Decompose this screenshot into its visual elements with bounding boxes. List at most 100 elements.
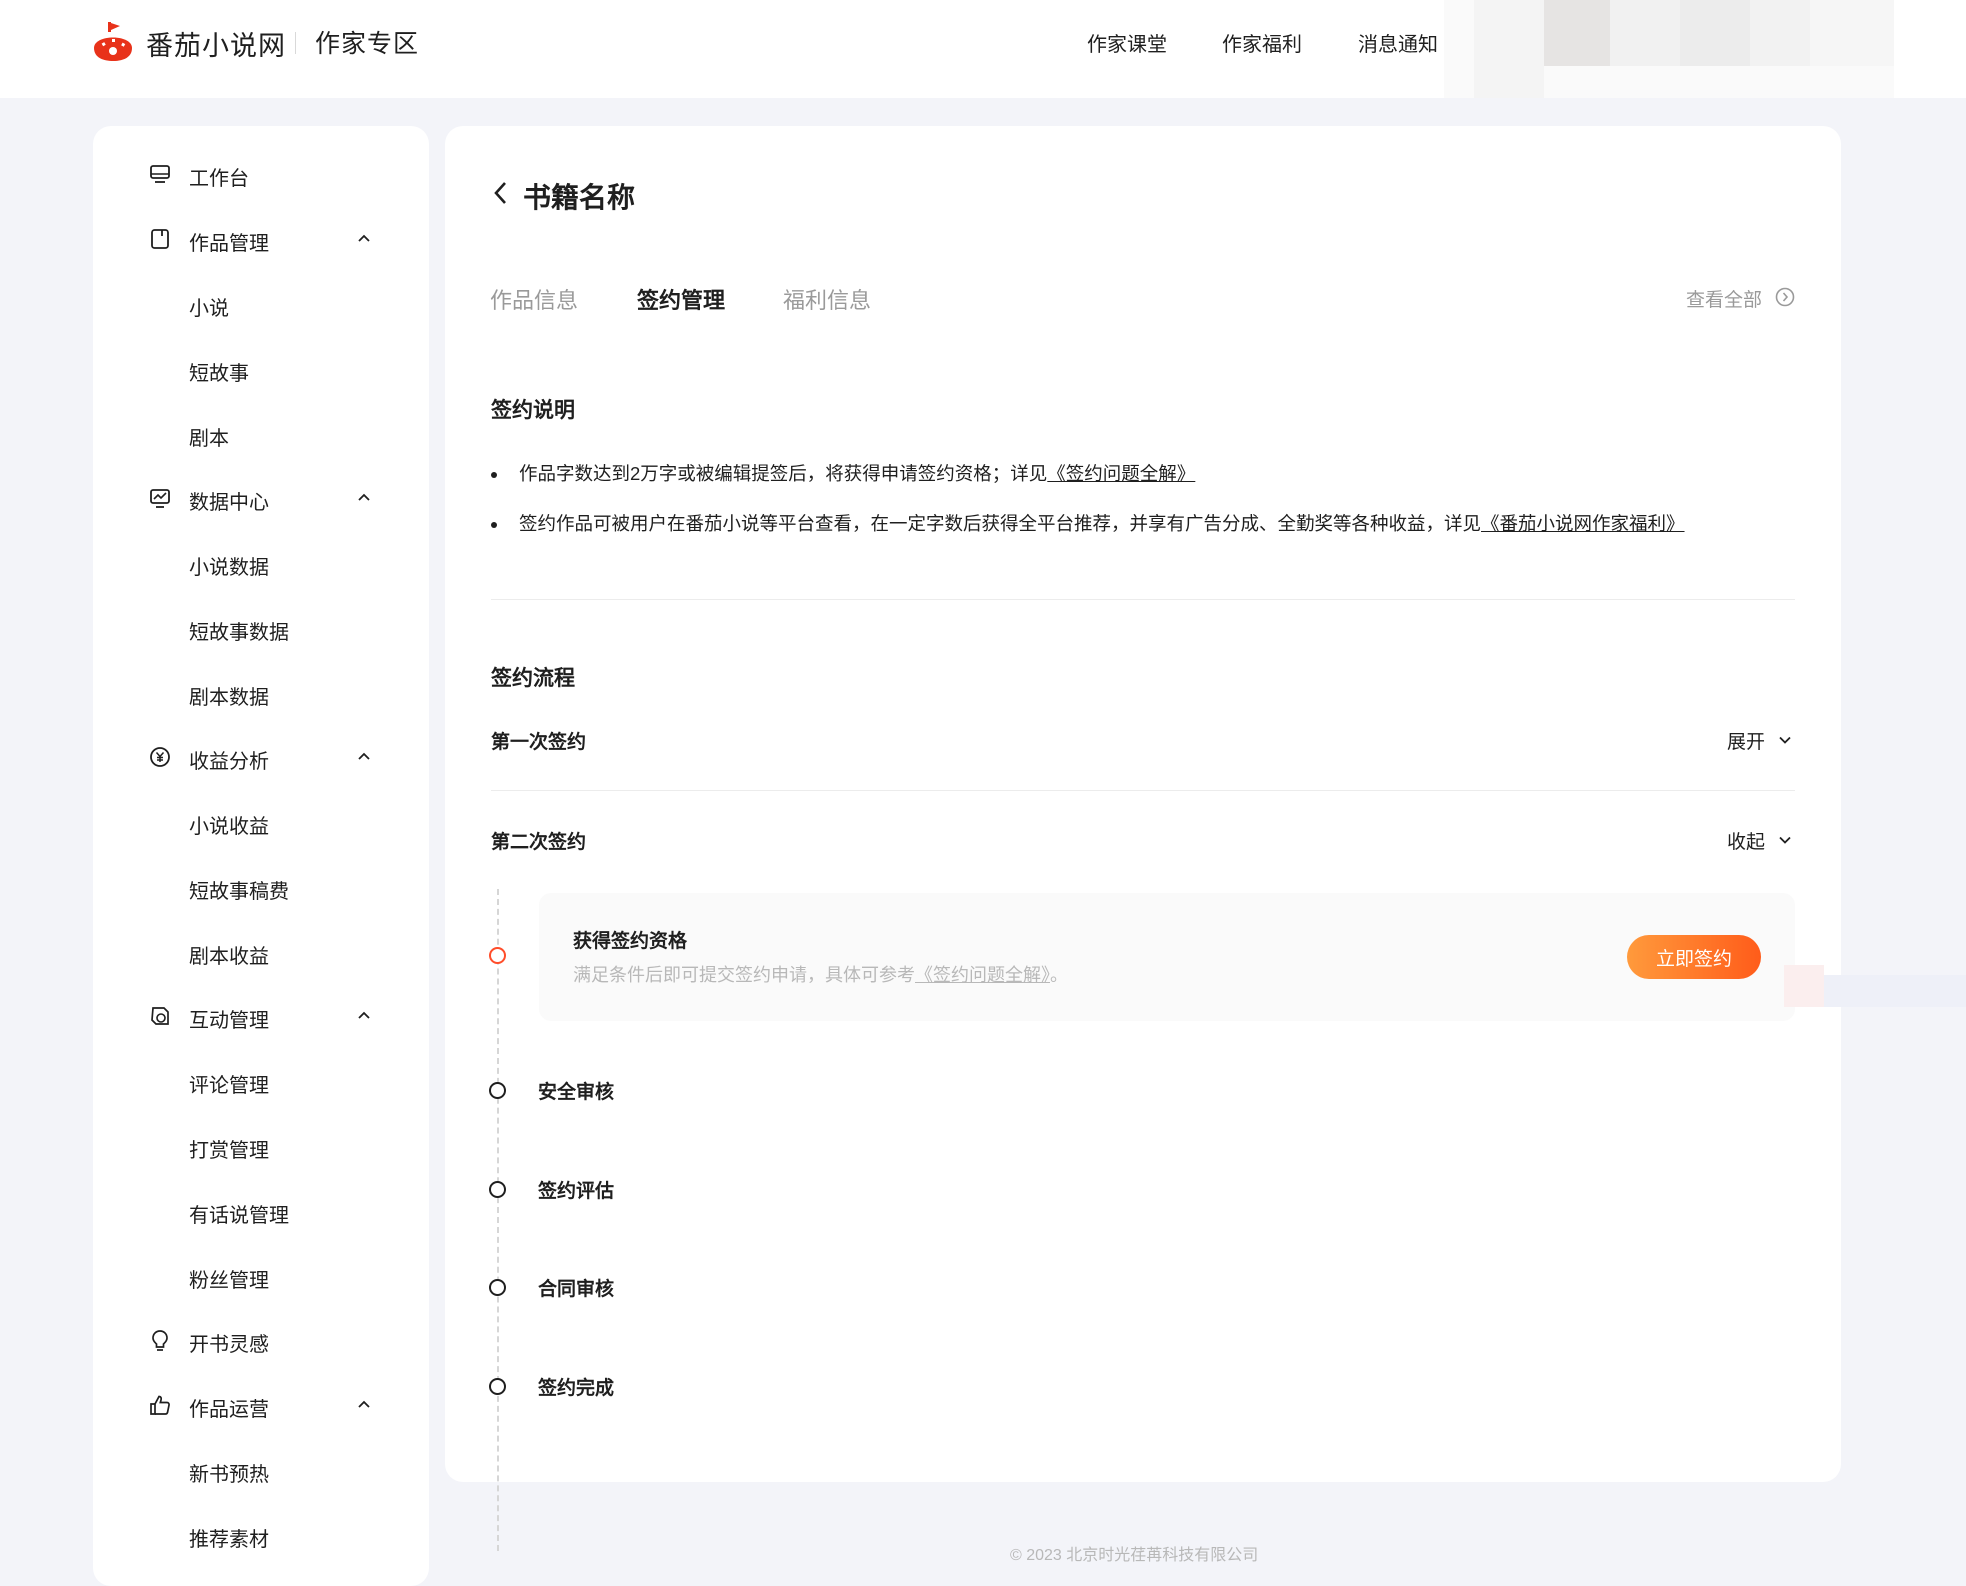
brand-name[interactable]: 番茄小说网 [146, 24, 286, 63]
step-dot [489, 1378, 506, 1395]
view-all-link[interactable]: 查看全部 [1686, 285, 1762, 312]
sidebar-item-new-book-warmup[interactable]: 新书预热 [93, 1450, 429, 1490]
nav-writer-welfare[interactable]: 作家福利 [1222, 28, 1302, 57]
sidebar-item-label: 短故事稿费 [189, 881, 289, 903]
sidebar-item-novel[interactable]: 小说 [93, 284, 429, 324]
sidebar-item-label: 短故事数据 [189, 622, 289, 644]
tab-welfare-info[interactable]: 福利信息 [783, 283, 871, 315]
sidebar-item-label: 推荐素材 [189, 1529, 269, 1551]
sidebar-item-script-data[interactable]: 剧本数据 [93, 673, 429, 713]
nav-writer-class[interactable]: 作家课堂 [1087, 28, 1167, 57]
sign-faq-link[interactable]: 《签约问题全解》 [915, 965, 1050, 985]
sidebar-item-novel-data[interactable]: 小说数据 [93, 543, 429, 583]
first-sign-label: 第一次签约 [491, 732, 587, 753]
step-security-review: 安全审核 [538, 1082, 615, 1103]
redacted-block [1474, 0, 1544, 98]
chevron-left-icon[interactable] [489, 178, 513, 208]
sidebar-item-short-story[interactable]: 短故事 [93, 349, 429, 389]
sidebar-item-interaction[interactable]: 互动管理 [93, 996, 429, 1036]
step-desc-suffix: 。 [1050, 965, 1068, 985]
sidebar-item-label: 评论管理 [189, 1075, 269, 1097]
sidebar-item-label: 小说 [189, 298, 229, 320]
page-title: 书籍名称 [523, 182, 636, 213]
sidebar-item-label: 粉丝管理 [189, 1270, 269, 1292]
sidebar-item-fans[interactable]: 粉丝管理 [93, 1256, 429, 1296]
chevron-up-icon[interactable] [355, 489, 373, 507]
timeline-line [497, 889, 499, 1551]
interaction-icon [151, 1007, 169, 1025]
step-card-title: 获得签约资格 [573, 931, 688, 952]
expand-toggle[interactable]: 展开 [1727, 727, 1765, 754]
redacted-block [1544, 0, 1610, 66]
monitor-icon [150, 165, 170, 183]
second-sign-label: 第二次签约 [491, 832, 587, 853]
writer-welfare-link[interactable]: 《番茄小说网作家福利》 [1481, 513, 1685, 534]
tab-sign-management[interactable]: 签约管理 [637, 283, 725, 315]
sidebar: 工作台 作品管理 小说 短故事 剧本 数据中心 小说数据 短故事数据 剧本数据 [93, 126, 429, 1586]
lightbulb-icon [152, 1330, 168, 1351]
book-icon [151, 229, 169, 249]
chevron-down-icon[interactable] [1777, 832, 1793, 848]
sidebar-item-label: 有话说管理 [189, 1205, 289, 1227]
sidebar-item-label: 作品运营 [189, 1399, 269, 1421]
redacted-block [1824, 975, 1966, 1007]
sidebar-item-label: 小说数据 [189, 557, 269, 579]
sidebar-item-label: 作品管理 [189, 233, 269, 255]
sidebar-item-author-notes[interactable]: 有话说管理 [93, 1191, 429, 1231]
sidebar-item-label: 短故事 [189, 363, 249, 385]
brand-divider [295, 32, 296, 54]
redacted-block [1810, 0, 1894, 66]
sidebar-item-label: 打赏管理 [189, 1140, 269, 1162]
redacted-block [1750, 0, 1810, 66]
chevron-up-icon[interactable] [355, 230, 373, 248]
step-dot-active [489, 947, 506, 964]
sign-faq-link[interactable]: 《签约问题全解》 [1047, 463, 1195, 484]
current-step-card: 获得签约资格 满足条件后即可提交签约申请，具体可参考《签约问题全解》。 立即签约 [539, 893, 1795, 1021]
bullet-dot [491, 472, 497, 478]
step-contract-review: 合同审核 [538, 1279, 615, 1300]
sidebar-item-script-income[interactable]: 剧本收益 [93, 932, 429, 972]
sidebar-item-script[interactable]: 剧本 [93, 414, 429, 454]
tab-work-info[interactable]: 作品信息 [490, 283, 578, 315]
collapse-toggle[interactable]: 收起 [1727, 827, 1765, 854]
redacted-block [1680, 0, 1750, 66]
bullet-dot [491, 522, 497, 528]
step-dot [489, 1279, 506, 1296]
sidebar-item-operations[interactable]: 作品运营 [93, 1385, 429, 1425]
sidebar-item-workbench[interactable]: 工作台 [93, 154, 429, 194]
thumb-up-icon [150, 1395, 170, 1415]
sidebar-item-comments[interactable]: 评论管理 [93, 1061, 429, 1101]
sidebar-item-label: 小说收益 [189, 816, 269, 838]
yuan-icon [150, 747, 170, 767]
sign-now-button[interactable]: 立即签约 [1627, 935, 1761, 979]
sidebar-item-novel-income[interactable]: 小说收益 [93, 802, 429, 842]
bullet-text: 签约作品可被用户在番茄小说等平台查看，在一定字数后获得全平台推荐，并享有广告分成… [519, 513, 1482, 534]
redacted-block [1610, 0, 1680, 66]
tomato-logo-icon[interactable] [92, 22, 134, 62]
sidebar-item-short-story-fee[interactable]: 短故事稿费 [93, 867, 429, 907]
sidebar-item-short-story-data[interactable]: 短故事数据 [93, 608, 429, 648]
sign-intro-bullet-2: 签约作品可被用户在番茄小说等平台查看，在一定字数后获得全平台推荐，并享有广告分成… [519, 510, 1685, 536]
circle-arrow-right-icon[interactable] [1774, 286, 1796, 308]
sidebar-item-label: 剧本收益 [189, 946, 269, 968]
sidebar-item-works[interactable]: 作品管理 [93, 219, 429, 259]
sidebar-item-inspiration[interactable]: 开书灵感 [93, 1320, 429, 1360]
sidebar-item-data-center[interactable]: 数据中心 [93, 478, 429, 518]
sidebar-item-promo-materials[interactable]: 推荐素材 [93, 1515, 429, 1555]
sidebar-item-label: 剧本 [189, 428, 229, 450]
chevron-up-icon[interactable] [355, 748, 373, 766]
main-content-card: 书籍名称 作品信息 签约管理 福利信息 查看全部 签约说明 作品字数达到2万字或… [445, 126, 1841, 1551]
sidebar-item-label: 剧本数据 [189, 687, 269, 709]
redacted-block [1784, 965, 1824, 1007]
chevron-up-icon[interactable] [355, 1396, 373, 1414]
sidebar-item-label: 开书灵感 [189, 1334, 269, 1356]
sidebar-item-label: 数据中心 [189, 492, 269, 514]
section-title-sign-flow: 签约流程 [491, 667, 575, 690]
sidebar-item-tips[interactable]: 打赏管理 [93, 1126, 429, 1166]
chevron-down-icon[interactable] [1777, 732, 1793, 748]
stage-divider [491, 790, 1795, 791]
chevron-up-icon[interactable] [355, 1007, 373, 1025]
step-sign-evaluation: 签约评估 [538, 1181, 615, 1202]
nav-notifications[interactable]: 消息通知 [1358, 28, 1438, 57]
sidebar-item-income[interactable]: 收益分析 [93, 737, 429, 777]
